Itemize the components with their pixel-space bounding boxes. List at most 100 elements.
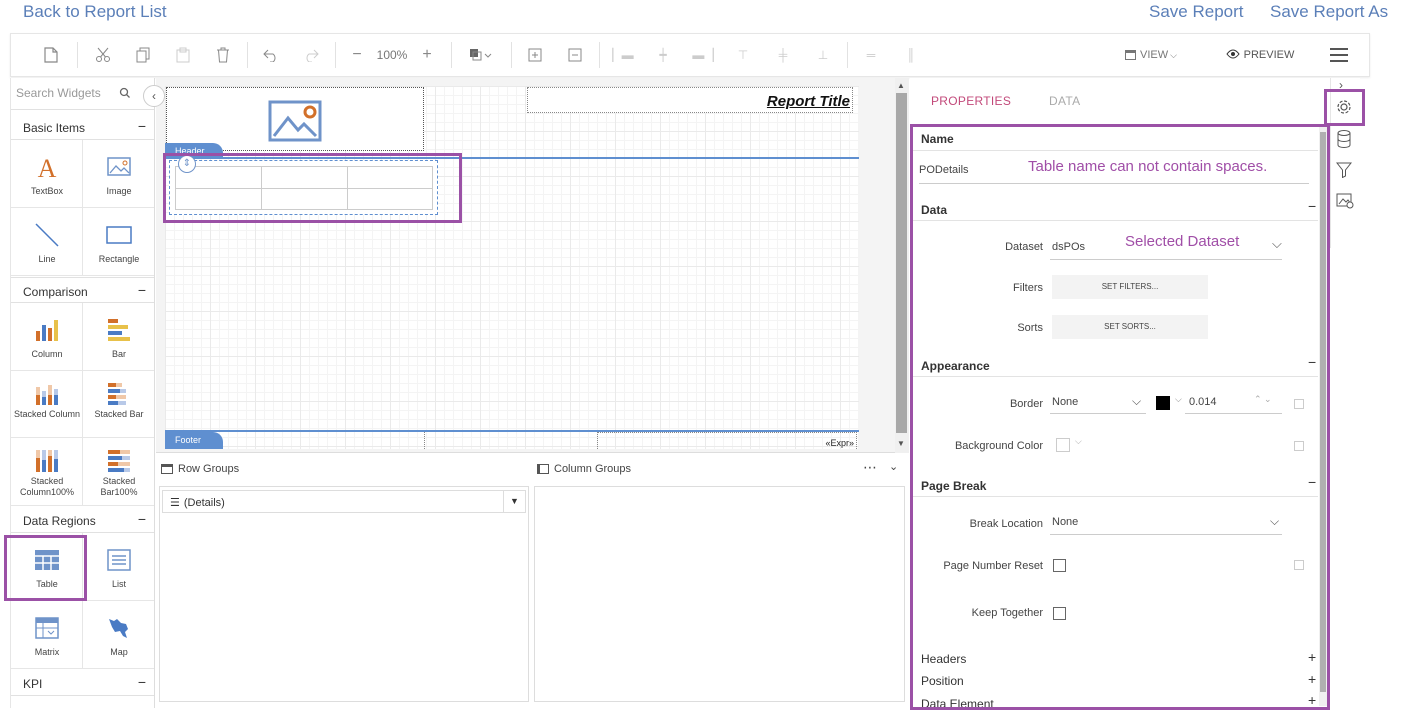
details-group-item[interactable]: ☰ (Details) ▼	[162, 490, 526, 513]
image-manager-icon[interactable]	[1336, 193, 1354, 214]
more-options-icon[interactable]: ⋯	[863, 459, 878, 476]
collapse-icon[interactable]: −	[138, 118, 146, 134]
widget-stacked-bar-100[interactable]: Stacked Bar100%	[83, 438, 154, 506]
stacked-bar-icon	[105, 381, 133, 407]
widget-stacked-column-100[interactable]: Stacked Column100%	[11, 438, 83, 506]
order-icon[interactable]	[466, 44, 496, 66]
align-left-icon[interactable]: ▏▬	[612, 44, 633, 66]
scroll-thumb[interactable]	[896, 93, 907, 433]
section-label: Basic Items	[23, 121, 86, 135]
save-report-as-link[interactable]: Save Report As	[1270, 2, 1388, 22]
widget-label: TextBox	[30, 186, 63, 196]
copy-icon[interactable]	[133, 44, 153, 66]
section-comparison[interactable]: Comparison −	[11, 277, 154, 303]
cut-icon[interactable]	[93, 44, 113, 66]
collapse-groups-icon[interactable]: ⌄	[889, 460, 898, 473]
stacked-bar-100-icon	[105, 448, 133, 474]
canvas-scrollbar[interactable]: ▲ ▼	[895, 78, 909, 453]
svg-text:A: A	[38, 154, 57, 180]
table-widget-highlight	[4, 535, 87, 601]
widget-label: Stacked Bar100%	[100, 476, 138, 497]
redo-icon[interactable]	[301, 44, 321, 66]
column-groups-icon	[537, 464, 549, 475]
scroll-down-icon[interactable]: ▼	[897, 439, 905, 448]
ungroup-icon[interactable]	[565, 44, 585, 66]
details-group-dropdown-icon[interactable]: ▼	[503, 491, 525, 512]
filter-icon[interactable]	[1335, 162, 1353, 183]
delete-icon[interactable]	[213, 44, 233, 66]
image-icon	[105, 154, 133, 180]
view-menu[interactable]: VIEW ⌵	[1121, 44, 1181, 66]
data-source-icon[interactable]	[1336, 130, 1352, 153]
table-canvas-highlight	[163, 153, 462, 223]
tab-properties[interactable]: PROPERTIES	[931, 94, 1011, 108]
section-basic-items[interactable]: Basic Items −	[11, 114, 154, 140]
preview-button[interactable]: PREVIEW	[1225, 44, 1295, 66]
group-list-icon: ☰	[170, 497, 180, 509]
row-groups-icon	[161, 464, 173, 475]
header-image-item[interactable]	[166, 87, 424, 151]
back-to-report-list-link[interactable]: Back to Report List	[23, 2, 167, 22]
footer-expr-textbox[interactable]: «Expr»	[597, 432, 857, 449]
scroll-up-icon[interactable]: ▲	[897, 81, 905, 90]
align-bottom-icon[interactable]: ⊥	[813, 44, 833, 66]
widget-column[interactable]: Column	[11, 303, 83, 371]
widget-bar[interactable]: Bar	[83, 303, 154, 371]
undo-icon[interactable]	[261, 44, 281, 66]
distribute-h-icon[interactable]: ═	[861, 44, 881, 66]
zoom-out-button[interactable]: −	[349, 44, 365, 66]
align-middle-icon[interactable]: ╪	[773, 44, 793, 66]
save-report-link[interactable]: Save Report	[1149, 2, 1244, 22]
zoom-in-button[interactable]: +	[419, 44, 435, 66]
view-label: VIEW	[1140, 49, 1169, 61]
search-icon[interactable]	[119, 86, 131, 104]
collapse-icon[interactable]: −	[138, 674, 146, 690]
widget-line[interactable]: Line	[11, 208, 83, 276]
widget-label: Column	[31, 349, 63, 359]
rectangle-icon	[105, 222, 133, 248]
textbox-icon: A	[33, 154, 61, 183]
align-center-icon[interactable]: ┿	[653, 44, 673, 66]
image-placeholder-icon	[268, 98, 324, 147]
widget-stacked-column[interactable]: Stacked Column	[11, 371, 83, 438]
footer-band-tab[interactable]: Footer	[165, 432, 223, 449]
widget-list[interactable]: List	[83, 533, 154, 601]
widget-map[interactable]: Map	[83, 601, 154, 669]
footer-expr: «Expr»	[825, 438, 854, 448]
new-icon[interactable]	[41, 44, 61, 66]
stacked-column-100-icon	[33, 448, 61, 474]
designer-toolbar: − 100% + ▏▬ ┿ ▬▕ ⊤ ╪ ⊥ ═ ║ VIEW ⌵ PREVIE…	[10, 33, 1370, 77]
details-group-label: (Details)	[183, 497, 225, 509]
distribute-v-icon[interactable]: ║	[901, 44, 921, 66]
align-top-icon[interactable]: ⊤	[733, 44, 753, 66]
widget-stacked-bar[interactable]: Stacked Bar	[83, 371, 154, 438]
tab-data[interactable]: DATA	[1049, 94, 1080, 108]
properties-highlight	[910, 124, 1330, 710]
widget-image[interactable]: Image	[83, 140, 154, 208]
bar-chart-icon	[105, 317, 133, 343]
widget-label: Bar	[111, 349, 126, 359]
widget-panel: Search Widgets Basic Items − A TextBox Im…	[10, 78, 155, 708]
chevron-left-icon: ‹	[152, 89, 156, 103]
widget-textbox[interactable]: A TextBox	[11, 140, 83, 208]
report-title-textbox[interactable]: Report Title	[527, 87, 853, 113]
group-icon[interactable]	[525, 44, 545, 66]
section-kpi[interactable]: KPI −	[11, 670, 154, 696]
collapse-icon[interactable]: −	[138, 511, 146, 527]
collapse-icon[interactable]: −	[138, 282, 146, 298]
widget-rectangle[interactable]: Rectangle	[83, 208, 154, 276]
section-label: Comparison	[23, 285, 88, 299]
hamburger-menu-icon[interactable]	[1327, 44, 1351, 66]
align-right-icon[interactable]: ▬▕	[692, 44, 713, 66]
widget-label: Line	[38, 254, 56, 264]
widget-matrix[interactable]: Matrix	[11, 601, 83, 669]
paste-icon[interactable]	[173, 44, 193, 66]
matrix-icon	[33, 615, 61, 641]
widget-label: Rectangle	[98, 254, 140, 264]
row-groups-label: Row Groups	[178, 463, 240, 475]
search-widgets-input[interactable]: Search Widgets	[16, 86, 134, 100]
widget-label: Stacked Bar	[94, 409, 144, 419]
line-icon	[33, 222, 61, 248]
collapse-panel-button[interactable]: ‹	[143, 85, 165, 107]
section-data-regions[interactable]: Data Regions −	[11, 507, 154, 533]
